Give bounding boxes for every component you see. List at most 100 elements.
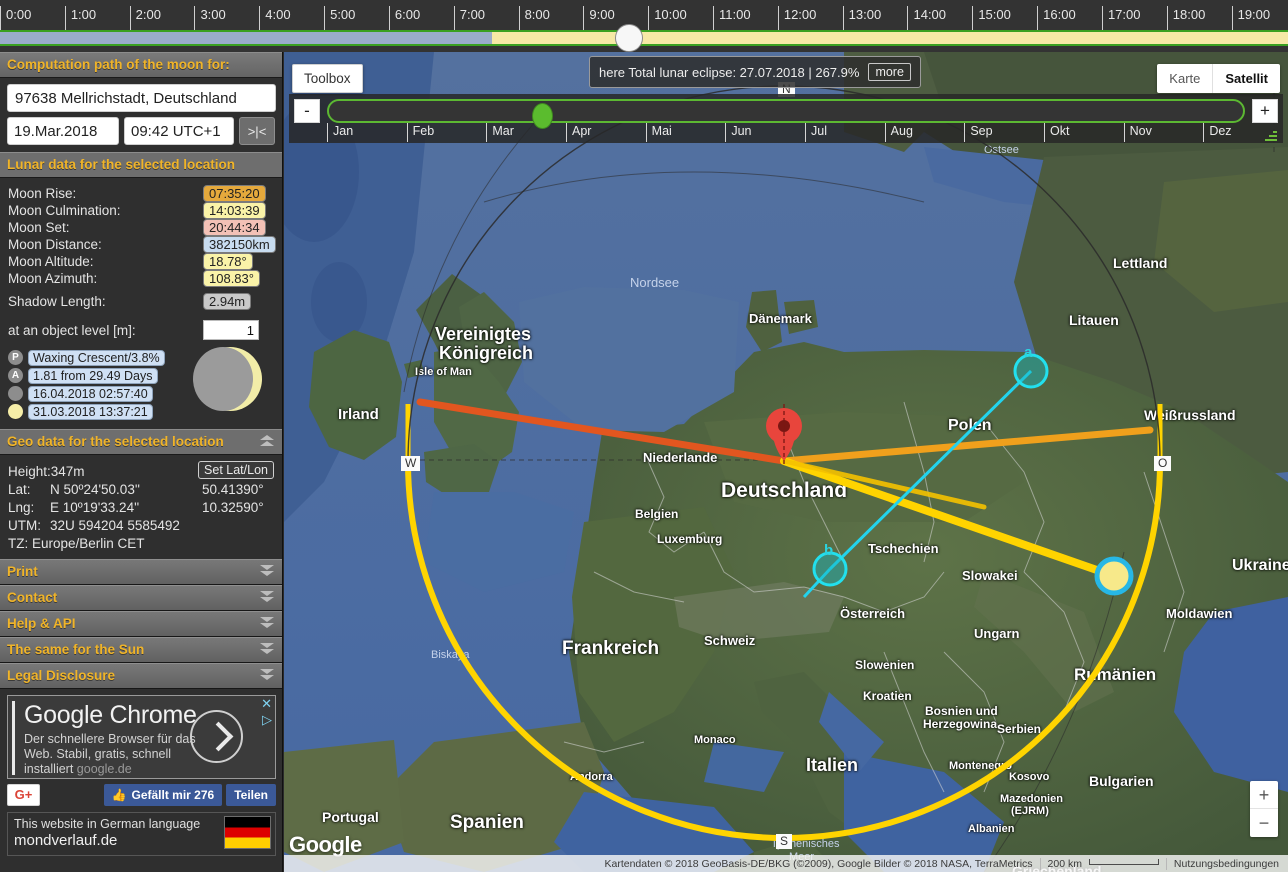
google-plus-button[interactable]: G+ [7,784,40,806]
ad-arrow-icon[interactable] [190,710,243,763]
lunar-row-shadow: Shadow Length: 2.94m [8,293,274,310]
moonset-label: Moon Set: [8,220,203,235]
phase-age-value[interactable]: 1.81 from 29.49 Days [28,368,158,384]
eclipse-banner-text: here Total lunar eclipse: 27.07.2018 | 2… [599,65,859,80]
location-input[interactable] [7,84,276,112]
month-tick: Dez [1203,123,1231,142]
chevron-down-icon[interactable] [259,565,275,579]
social-bar: G+ 👍 Gefällt mir 276 Teilen [7,782,276,808]
map-place-label: Frankreich [562,638,659,660]
ad-close-icon[interactable]: ✕ [261,697,272,710]
map-zoom-control[interactable]: + − [1250,781,1278,837]
map-type-switch[interactable]: Karte Satellit [1157,64,1280,93]
facebook-like-label: Gefällt mir 276 [131,788,214,802]
resize-handle-icon[interactable] [1265,129,1277,141]
month-tick: Mar [486,123,514,142]
ad-line3: installiert [24,762,77,776]
map-place-label: Ostsee [984,144,1019,156]
height-value: 347m [51,464,203,479]
time-slider-bar[interactable]: 0:001:002:003:004:005:006:007:008:009:00… [0,0,1288,52]
toolbox-button[interactable]: Toolbox [292,64,363,93]
step-button[interactable]: >|< [239,117,275,145]
sidebar-section-sun[interactable]: The same for the Sun [0,637,282,663]
geo-row-lat: Lat: N 50º24'50.03'' 50.41390° [8,480,274,498]
month-slider-track[interactable] [327,99,1245,123]
map-canvas[interactable]: NordseeDänemarkVereinigtesKönigreichIsle… [284,52,1288,872]
time-tick: 19:00 [1232,6,1271,30]
phase-apogee-icon: A [8,368,23,383]
map-place-label: Spanien [450,812,524,834]
time-tick: 5:00 [324,6,355,30]
language-switch[interactable]: This website in German language mondverl… [7,812,276,856]
month-increase-button[interactable]: + [1252,99,1278,123]
moon-phase-block: P Waxing Crescent/3.8% A 1.81 from 29.49… [8,349,274,421]
section-label-print: Print [7,564,38,579]
month-tick: Mai [646,123,672,142]
date-input[interactable] [7,117,119,145]
time-tick: 0:00 [0,6,31,30]
moonrise-label: Moon Rise: [8,186,203,201]
time-tick: 2:00 [130,6,161,30]
computation-panel-title: Computation path of the moon for: [0,52,282,78]
chevron-down-icon[interactable] [259,669,275,683]
map-type-satellit[interactable]: Satellit [1212,64,1280,93]
month-tick: Apr [566,123,591,142]
geo-data-panel-title[interactable]: Geo data for the selected location [0,429,282,455]
month-decrease-button[interactable]: - [294,99,320,123]
chevron-up-icon[interactable] [259,435,275,449]
thumbs-up-icon: 👍 [112,788,127,802]
map-place-label: Mazedonien [1000,793,1063,805]
map-place-label: Luxemburg [657,532,722,546]
map-place-label: Dänemark [749,311,812,326]
time-tick: 11:00 [713,6,751,30]
culmination-value: 14:03:39 [203,202,266,219]
time-tick: 7:00 [454,6,485,30]
utm-key: UTM: [8,518,50,533]
altitude-value: 18.78° [203,253,253,270]
time-tick: 10:00 [648,6,687,30]
map-place-label: Montenegro [949,760,1012,772]
sidebar-section-legal[interactable]: Legal Disclosure [0,663,282,689]
time-slider-handle[interactable] [615,24,643,52]
facebook-like-button[interactable]: 👍 Gefällt mir 276 [104,784,223,806]
zoom-in-button[interactable]: + [1250,781,1278,809]
map-place-label: Bosnien und [925,704,998,718]
time-slider-track[interactable] [0,30,1288,46]
timezone-value: TZ: Europe/Berlin CET [8,536,145,551]
map-place-label: Albanien [968,823,1014,835]
new-moon-value[interactable]: 16.04.2018 02:57:40 [28,386,153,402]
chevron-down-icon[interactable] [259,617,275,631]
zoom-out-button[interactable]: − [1250,809,1278,837]
map-place-label: Andorra [570,771,613,783]
month-tick: Jul [805,123,827,142]
sidebar-section-help-api[interactable]: Help & API [0,611,282,637]
direction-east-label: O [1154,456,1171,471]
app-root: 0:001:002:003:004:005:006:007:008:009:00… [0,0,1288,872]
utm-value: 32U 594204 5585492 [50,518,180,533]
sidebar-section-print[interactable]: Print [0,559,282,585]
distance-value: 382150km [203,236,276,253]
terms-link[interactable]: Nutzungsbedingungen [1166,858,1286,870]
map-place-label: Kosovo [1009,771,1049,783]
altitude-label: Moon Altitude: [8,254,203,269]
phase-name-value[interactable]: Waxing Crescent/3.8% [28,350,165,366]
map-place-label: Herzegowina [923,717,997,731]
facebook-share-button[interactable]: Teilen [226,784,276,806]
set-latlon-button[interactable]: Set Lat/Lon [198,461,274,479]
chevron-down-icon[interactable] [259,591,275,605]
chevron-down-icon[interactable] [259,643,275,657]
computation-title-text: Computation path of the moon for: [7,57,230,72]
month-slider-bar[interactable]: - + JanFebMarAprMaiJunJulAugSepOktNovDez [289,94,1283,143]
map-place-label: Vereinigtes [435,324,531,345]
sidebar-section-contact[interactable]: Contact [0,585,282,611]
map-type-karte[interactable]: Karte [1157,64,1212,93]
object-level-input[interactable] [203,320,259,340]
month-tick-scale: JanFebMarAprMaiJunJulAugSepOktNovDez [327,123,1273,143]
full-moon-value[interactable]: 31.03.2018 13:37:21 [28,404,153,420]
geo-title-text: Geo data for the selected location [7,434,224,449]
ad-info-icon[interactable]: ▷ [262,713,272,726]
eclipse-more-button[interactable]: more [868,63,910,81]
satellite-basemap [284,52,1288,872]
time-input[interactable] [124,117,234,145]
advertisement[interactable]: Google Chrome Der schnellere Browser für… [7,695,276,779]
